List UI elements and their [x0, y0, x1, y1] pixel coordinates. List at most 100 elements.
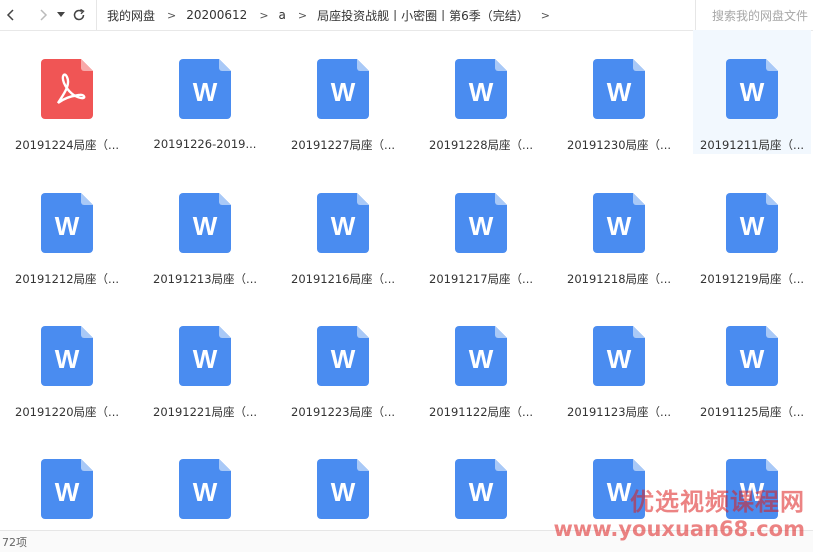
file-name: 20191218局座（... — [567, 272, 671, 286]
word-file-icon: W — [41, 326, 93, 386]
file-name: 20191213局座（... — [153, 272, 257, 286]
svg-text:W: W — [193, 211, 218, 241]
word-file-icon: W — [726, 326, 778, 386]
svg-text:W: W — [607, 77, 632, 107]
file-name: 20191224局座（... — [15, 138, 119, 152]
chevron-left-icon — [6, 9, 14, 21]
word-file-icon: W — [41, 459, 93, 519]
word-file-icon: W — [455, 59, 507, 119]
file-name: 20191228局座（... — [429, 138, 533, 152]
file-item[interactable]: W 20191212局座（... — [8, 164, 126, 288]
breadcrumb-item[interactable]: 我的网盘 — [107, 7, 155, 24]
file-item[interactable]: W 20191227局座（... — [284, 30, 402, 154]
file-item[interactable]: W 20191123局座（... — [560, 297, 678, 421]
file-name: 20191212局座（... — [15, 272, 119, 286]
word-file-icon: W — [41, 193, 93, 253]
file-item[interactable]: W 20191122局座（... — [422, 297, 540, 421]
svg-text:W: W — [607, 477, 632, 507]
file-name: 20191211局座（... — [700, 138, 804, 152]
back-button[interactable] — [0, 0, 22, 30]
breadcrumb-separator-icon: > — [297, 8, 308, 22]
word-file-icon: W — [455, 193, 507, 253]
file-name: 20191227局座（... — [291, 138, 395, 152]
svg-text:W: W — [469, 77, 494, 107]
breadcrumb-item[interactable]: 20200612 — [186, 8, 247, 22]
svg-text:W: W — [607, 211, 632, 241]
breadcrumb: 我的网盘 > 20200612 > a > 局座投资战舰丨小密圈丨第6季（完结）… — [96, 0, 560, 30]
word-file-icon: W — [593, 326, 645, 386]
file-item[interactable]: W 20191213局座（... — [146, 164, 264, 288]
word-file-icon: W — [455, 326, 507, 386]
status-bar: 72项 — [0, 530, 813, 552]
word-file-icon: W — [179, 193, 231, 253]
file-name: 20191230局座（... — [567, 138, 671, 152]
word-file-icon: W — [317, 326, 369, 386]
word-file-icon: W — [726, 59, 778, 119]
file-name: 20191122局座（... — [429, 405, 533, 419]
file-name: 20191216局座（... — [291, 272, 395, 286]
search-input[interactable]: 搜索我的网盘文件 — [695, 0, 813, 30]
svg-text:W: W — [55, 211, 80, 241]
word-file-icon: W — [317, 59, 369, 119]
word-file-icon: W — [593, 193, 645, 253]
file-item[interactable]: W — [8, 430, 126, 530]
file-name: 20191221局座（... — [153, 405, 257, 419]
word-file-icon: W — [179, 326, 231, 386]
svg-text:W: W — [331, 211, 356, 241]
item-count: 72项 — [2, 535, 27, 549]
breadcrumb-separator-icon: > — [167, 8, 177, 22]
caret-down-icon — [57, 12, 65, 17]
breadcrumb-separator-icon: > — [259, 8, 269, 22]
file-item[interactable]: W 20191226-2019... — [146, 30, 264, 154]
toolbar: 我的网盘 > 20200612 > a > 局座投资战舰丨小密圈丨第6季（完结）… — [0, 0, 813, 31]
file-item[interactable]: W 20191217局座（... — [422, 164, 540, 288]
file-name: 20191223局座（... — [291, 405, 395, 419]
file-name: 20191226-2019... — [153, 137, 257, 151]
file-item[interactable]: W 20191223局座（... — [284, 297, 402, 421]
file-item[interactable]: W — [422, 430, 540, 530]
breadcrumb-item[interactable]: a — [279, 8, 286, 22]
word-file-icon: W — [179, 59, 231, 119]
breadcrumb-item[interactable]: 局座投资战舰丨小密圈丨第6季（完结） — [317, 7, 529, 24]
file-item[interactable]: W 20191216局座（... — [284, 164, 402, 288]
svg-text:W: W — [331, 477, 356, 507]
word-file-icon: W — [593, 59, 645, 119]
svg-text:W: W — [55, 477, 80, 507]
svg-text:W: W — [740, 211, 765, 241]
word-file-icon: W — [726, 459, 778, 519]
file-name: 20191220局座（... — [15, 405, 119, 419]
file-item[interactable]: W 20191211局座（... — [693, 30, 811, 154]
svg-text:W: W — [740, 77, 765, 107]
svg-text:W: W — [193, 344, 218, 374]
refresh-button[interactable] — [68, 0, 90, 30]
svg-text:W: W — [331, 344, 356, 374]
file-item[interactable]: W 20191219局座（... — [693, 164, 811, 288]
word-file-icon: W — [317, 193, 369, 253]
file-item[interactable]: W 20191228局座（... — [422, 30, 540, 154]
file-item[interactable]: W — [693, 430, 811, 530]
svg-text:W: W — [740, 344, 765, 374]
file-name: 20191217局座（... — [429, 272, 533, 286]
history-dropdown-button[interactable] — [54, 0, 68, 30]
forward-button[interactable] — [32, 0, 54, 30]
breadcrumb-separator-icon[interactable]: > — [541, 9, 550, 22]
file-grid: 20191224局座（... W 20191226-2019... W 20191227… — [0, 30, 813, 530]
file-item[interactable]: W 20191221局座（... — [146, 297, 264, 421]
file-item[interactable]: W 20191218局座（... — [560, 164, 678, 288]
svg-text:W: W — [55, 344, 80, 374]
file-name: 20191123局座（... — [567, 405, 671, 419]
file-item[interactable]: W — [560, 430, 678, 530]
file-item[interactable]: W 20191230局座（... — [560, 30, 678, 154]
svg-text:W: W — [469, 477, 494, 507]
refresh-icon — [73, 8, 85, 21]
file-item[interactable]: W — [146, 430, 264, 530]
file-item[interactable]: W — [284, 430, 402, 530]
svg-text:W: W — [740, 477, 765, 507]
svg-text:W: W — [331, 77, 356, 107]
file-name: 20191219局座（... — [700, 272, 804, 286]
file-item[interactable]: W 20191220局座（... — [8, 297, 126, 421]
file-name: 20191125局座（... — [700, 405, 804, 419]
file-item[interactable]: 20191224局座（... — [8, 30, 126, 154]
pdf-file-icon — [41, 59, 93, 119]
file-item[interactable]: W 20191125局座（... — [693, 297, 811, 421]
